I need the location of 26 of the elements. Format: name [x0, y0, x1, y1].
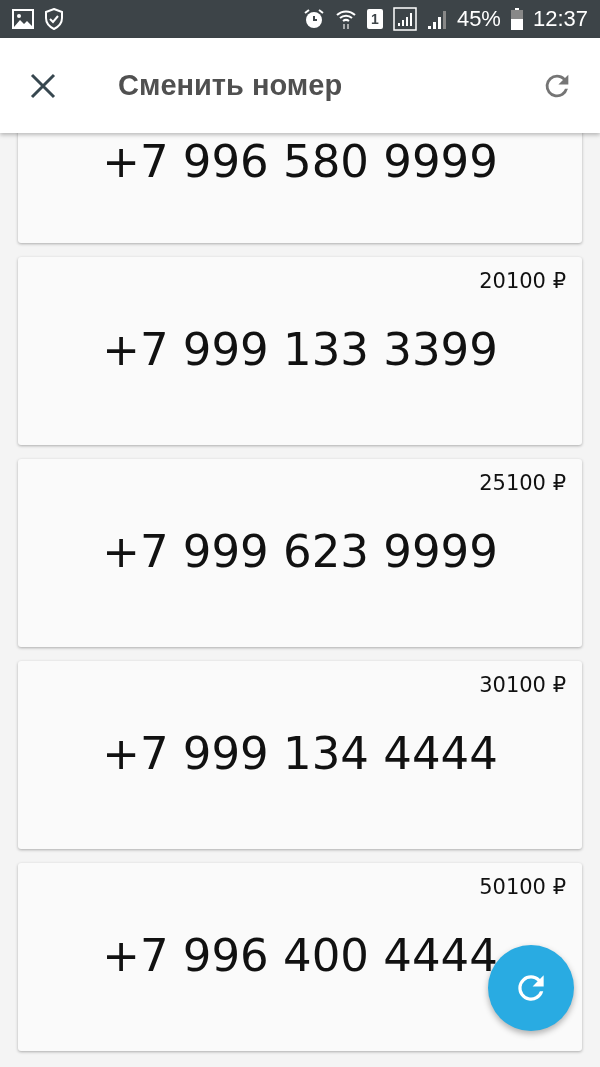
signal-icon	[426, 8, 447, 30]
wifi-icon	[334, 8, 357, 30]
alarm-icon	[302, 8, 325, 30]
phone-number: +7 996 580 9999	[102, 135, 498, 188]
clock-time: 12:37	[532, 6, 588, 32]
price-label: 50100 ₽	[479, 875, 566, 901]
battery-percentage: 45%	[456, 6, 501, 32]
number-card[interactable]: 25100 ₽ +7 999 623 9999	[18, 459, 582, 647]
shield-check-icon	[44, 8, 64, 30]
number-card[interactable]: 30100 ₽ +7 999 134 4444	[18, 661, 582, 849]
phone-number: +7 999 134 4444	[102, 727, 498, 780]
price-label: 20100 ₽	[479, 269, 566, 295]
sim-card-icon: 1	[366, 9, 383, 29]
screen-title: Сменить номер	[118, 69, 344, 102]
signal-icon	[392, 7, 417, 31]
battery-icon	[510, 8, 523, 30]
image-icon	[12, 9, 34, 29]
phone-number: +7 999 623 9999	[102, 525, 498, 578]
number-card[interactable]: 50100 ₽ +7 996 400 4444	[18, 863, 582, 1051]
price-label: 25100 ₽	[479, 471, 566, 497]
phone-number: +7 999 133 3399	[102, 323, 498, 376]
number-card[interactable]: +7 996 580 9999	[18, 133, 582, 243]
price-label: 30100 ₽	[479, 673, 566, 699]
phone-number: +7 996 400 4444	[102, 929, 498, 982]
close-button[interactable]	[30, 72, 56, 99]
number-card[interactable]: 20100 ₽ +7 999 133 3399	[18, 257, 582, 445]
